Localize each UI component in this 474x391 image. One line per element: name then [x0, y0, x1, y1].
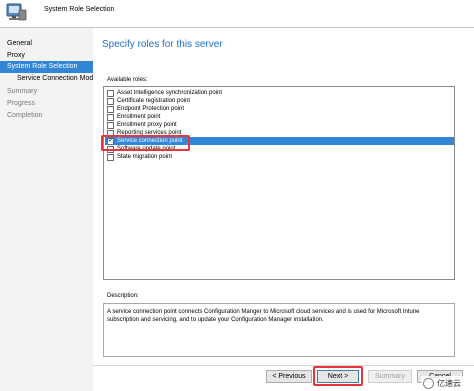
sidebar-item-system-role-selection[interactable]: System Role Selection [0, 61, 93, 73]
role-item-service-connection[interactable]: ✓ Service connection point [105, 137, 454, 145]
cloud-logo-icon [423, 378, 434, 389]
role-checkbox[interactable] [107, 114, 114, 121]
window-title: System Role Selection [44, 6, 115, 13]
server-role-icon [6, 3, 27, 21]
role-item-asset-intelligence[interactable]: Asset Intelligence synchronization point [105, 89, 454, 97]
role-label: Endpoint Protection point [117, 106, 185, 112]
role-label: Enrollment point [117, 114, 161, 120]
role-item-enrollment-proxy[interactable]: Enrollment proxy point [105, 121, 454, 129]
role-label: Software update point [117, 146, 176, 152]
role-item-certificate-registration[interactable]: Certificate registration point [105, 97, 454, 105]
wizard-sidebar: General Proxy System Role Selection Serv… [0, 28, 93, 391]
page-title: Specify roles for this server [102, 39, 223, 50]
role-label: Certificate registration point [117, 98, 191, 104]
sidebar-item-progress: Progress [7, 100, 36, 107]
sidebar-item-summary: Summary [7, 88, 37, 95]
role-checkbox[interactable] [107, 98, 114, 105]
role-item-enrollment-point[interactable]: Enrollment point [105, 113, 454, 121]
description-text: A service connection point connects Conf… [107, 309, 420, 323]
role-item-software-update[interactable]: Software update point [105, 145, 454, 153]
sidebar-item-general[interactable]: General [0, 38, 93, 50]
wizard-header: System Role Selection [0, 0, 474, 28]
roles-list[interactable]: Asset Intelligence synchronization point… [103, 86, 455, 280]
role-label: Asset Intelligence synchronization point [117, 90, 223, 96]
wizard-window: System Role Selection General Proxy Syst… [0, 0, 474, 391]
role-checkbox[interactable] [107, 90, 114, 97]
role-checkbox[interactable] [107, 146, 114, 153]
role-checkbox[interactable] [107, 106, 114, 113]
next-button[interactable]: Next > [317, 370, 359, 383]
role-checkbox-checked[interactable]: ✓ [107, 137, 114, 145]
available-roles-label: Available roles: [107, 77, 148, 83]
sidebar-item-service-connection-mode[interactable]: Service Connection Mode [0, 73, 93, 85]
role-item-reporting-services[interactable]: Reporting services point [105, 129, 454, 137]
role-label: Reporting services point [117, 130, 182, 136]
sidebar-item-completion: Completion [7, 112, 43, 119]
description-label: Description: [107, 293, 139, 299]
role-item-state-migration[interactable]: State migration point [105, 153, 454, 161]
role-checkbox[interactable] [107, 130, 114, 137]
watermark-text: 亿速云 [437, 379, 461, 388]
role-checkbox[interactable] [107, 122, 114, 129]
role-label: Enrollment proxy point [117, 122, 177, 128]
previous-button[interactable]: < Previous [266, 370, 312, 383]
watermark: 亿速云 [421, 376, 474, 391]
role-item-endpoint-protection[interactable]: Endpoint Protection point [105, 105, 454, 113]
footer-divider [93, 365, 474, 366]
role-label: State migration point [117, 154, 173, 160]
role-checkbox[interactable] [107, 154, 114, 161]
role-label: Service connection point [117, 138, 183, 144]
description-box: A service connection point connects Conf… [103, 303, 455, 357]
summary-button: Summary [368, 370, 412, 383]
checkmark-icon: ✓ [108, 137, 114, 144]
